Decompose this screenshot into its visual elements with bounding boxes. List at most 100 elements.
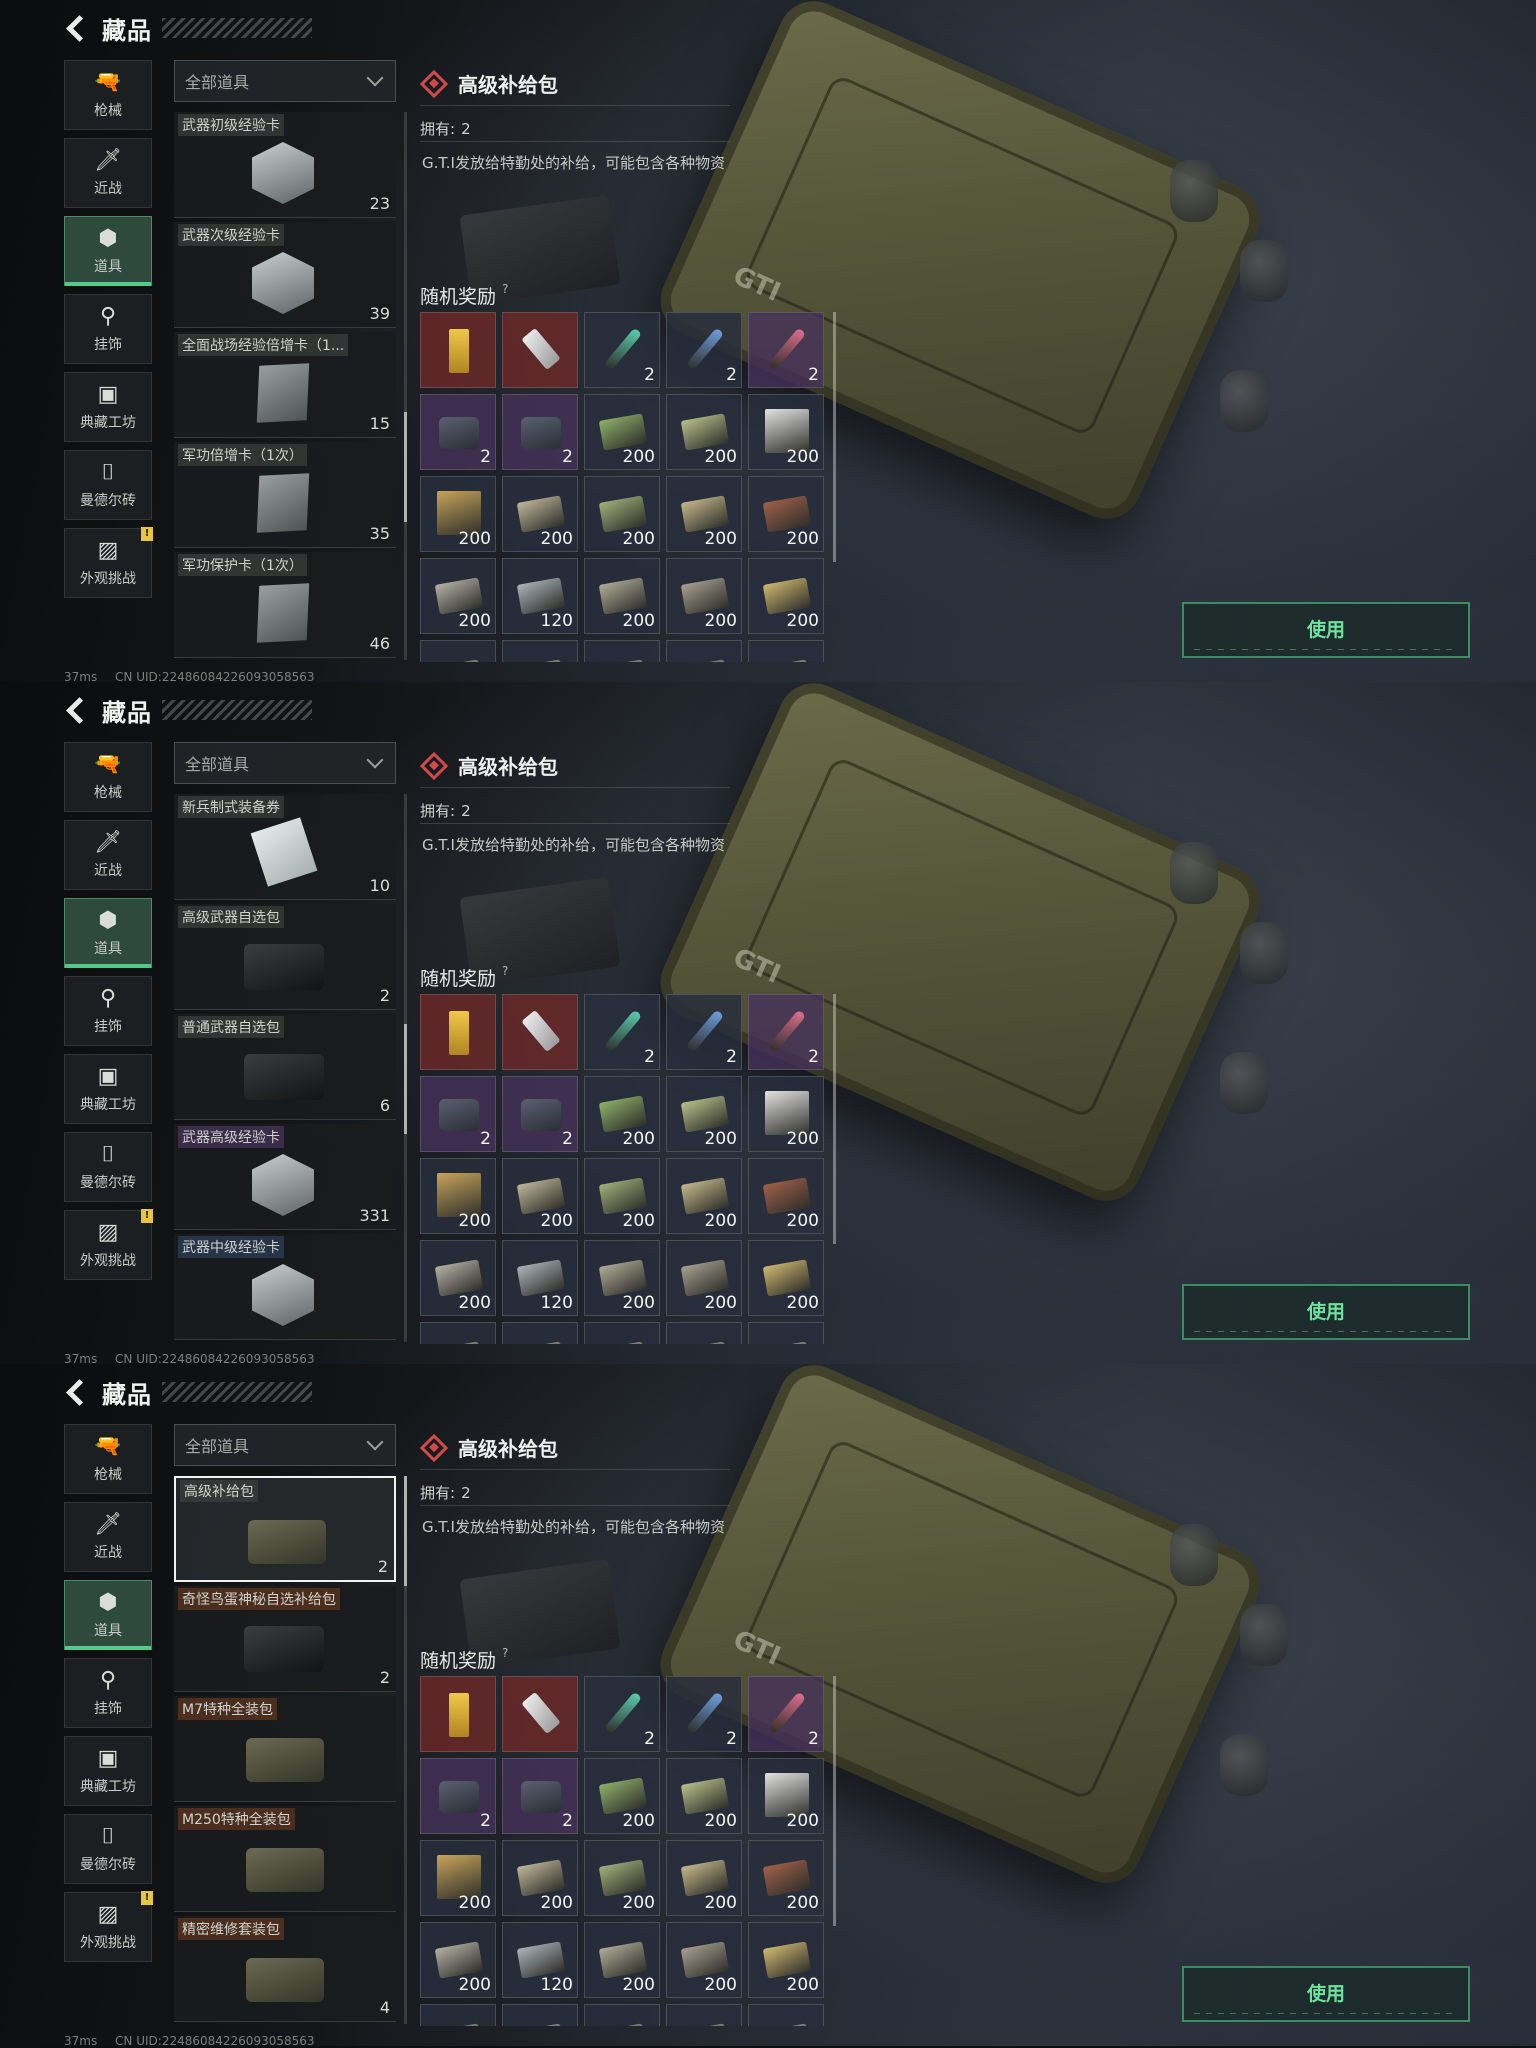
reward-cell[interactable] (502, 1676, 578, 1752)
nav-item-5[interactable]: ⌷ 曼德尔砖 (64, 450, 152, 520)
list-item[interactable]: 精密维修套装包 4 (174, 1916, 396, 2022)
item-filter-dropdown[interactable]: 全部道具 (174, 742, 396, 784)
reward-cell[interactable]: 200 (748, 1240, 824, 1316)
reward-cell[interactable]: 120 (502, 558, 578, 634)
reward-cell[interactable]: 200 (748, 1076, 824, 1152)
nav-item-3[interactable]: ⚲ 挂饰 (64, 1658, 152, 1728)
reward-cell[interactable] (666, 2004, 742, 2026)
reward-cell[interactable]: 200 (584, 1922, 660, 1998)
reward-cell[interactable]: 200 (584, 558, 660, 634)
reward-cell[interactable]: 200 (502, 1840, 578, 1916)
list-item[interactable]: 武器中级经验卡 (174, 1234, 396, 1340)
reward-cell[interactable]: 200 (584, 1076, 660, 1152)
reward-cell[interactable] (502, 312, 578, 388)
reward-cell[interactable]: 2 (420, 1076, 496, 1152)
rewards-scrollbar[interactable] (833, 1676, 836, 1926)
reward-cell[interactable]: 200 (584, 1158, 660, 1234)
reward-cell[interactable]: 200 (420, 558, 496, 634)
reward-cell[interactable]: 200 (502, 476, 578, 552)
rewards-scrollbar[interactable] (833, 312, 836, 562)
list-item[interactable]: 普通武器自选包 6 (174, 1014, 396, 1120)
nav-item-2[interactable]: ⬢ 道具 (64, 1580, 152, 1650)
list-item[interactable]: M7特种全装包 (174, 1696, 396, 1802)
list-item[interactable]: 全面战场经验倍增卡（1... 15 (174, 332, 396, 438)
back-arrow-icon[interactable] (62, 696, 90, 724)
reward-cell[interactable]: 200 (666, 558, 742, 634)
reward-cell[interactable]: 200 (666, 394, 742, 470)
nav-item-1[interactable]: 🗡 近战 (64, 820, 152, 890)
use-button[interactable]: 使用 (1182, 1284, 1470, 1340)
reward-cell[interactable]: 200 (748, 476, 824, 552)
reward-cell[interactable] (502, 994, 578, 1070)
reward-cell[interactable]: 200 (748, 394, 824, 470)
reward-cell[interactable] (420, 1676, 496, 1752)
reward-cell[interactable]: 2 (420, 1758, 496, 1834)
nav-item-5[interactable]: ⌷ 曼德尔砖 (64, 1814, 152, 1884)
reward-cell[interactable]: 200 (584, 1758, 660, 1834)
reward-cell[interactable] (502, 2004, 578, 2026)
list-item[interactable]: M250特种全装包 (174, 1806, 396, 1912)
reward-cell[interactable]: 2 (420, 394, 496, 470)
reward-cell[interactable]: 2 (748, 994, 824, 1070)
nav-item-6[interactable]: ▨ 外观挑战! (64, 527, 153, 598)
reward-cell[interactable]: 2 (584, 312, 660, 388)
reward-cell[interactable] (584, 1322, 660, 1344)
reward-cell[interactable]: 120 (502, 1922, 578, 1998)
list-item[interactable]: 武器次级经验卡 39 (174, 222, 396, 328)
reward-cell[interactable] (420, 2004, 496, 2026)
list-item[interactable]: 武器初级经验卡 23 (174, 112, 396, 218)
reward-cell[interactable]: 200 (748, 1158, 824, 1234)
nav-item-0[interactable]: 🔫 枪械 (64, 1424, 152, 1494)
reward-cell[interactable]: 200 (748, 1922, 824, 1998)
back-arrow-icon[interactable] (62, 14, 90, 42)
reward-cell[interactable] (502, 640, 578, 662)
help-icon[interactable]: ? (502, 282, 508, 296)
nav-item-1[interactable]: 🗡 近战 (64, 1502, 152, 1572)
reward-cell[interactable]: 200 (420, 1158, 496, 1234)
scrollbar-thumb[interactable] (404, 412, 407, 522)
list-item[interactable]: 高级补给包 2 (174, 1476, 396, 1582)
reward-cell[interactable] (420, 1322, 496, 1344)
item-list-scrollbar[interactable] (404, 1476, 407, 2024)
nav-item-4[interactable]: ▣ 典藏工坊 (64, 372, 152, 442)
reward-cell[interactable]: 200 (420, 1840, 496, 1916)
reward-cell[interactable] (584, 640, 660, 662)
scrollbar-thumb[interactable] (404, 1024, 407, 1134)
nav-item-3[interactable]: ⚲ 挂饰 (64, 976, 152, 1046)
list-item[interactable]: 军功保护卡（1次） 46 (174, 552, 396, 658)
reward-cell[interactable]: 2 (666, 994, 742, 1070)
reward-cell[interactable]: 200 (420, 1922, 496, 1998)
list-item[interactable]: 奇怪鸟蛋神秘自选补给包 2 (174, 1586, 396, 1692)
list-item[interactable]: 军功倍增卡（1次） 35 (174, 442, 396, 548)
nav-item-4[interactable]: ▣ 典藏工坊 (64, 1054, 152, 1124)
reward-cell[interactable]: 200 (666, 1922, 742, 1998)
nav-item-0[interactable]: 🔫 枪械 (64, 742, 152, 812)
nav-item-0[interactable]: 🔫 枪械 (64, 60, 152, 130)
reward-cell[interactable]: 200 (748, 1840, 824, 1916)
reward-cell[interactable]: 200 (748, 1758, 824, 1834)
reward-cell[interactable] (666, 640, 742, 662)
nav-item-6[interactable]: ▨ 外观挑战! (64, 1891, 153, 1962)
help-icon[interactable]: ? (502, 1646, 508, 1660)
reward-cell[interactable]: 2 (502, 1076, 578, 1152)
reward-cell[interactable]: 2 (584, 994, 660, 1070)
reward-cell[interactable]: 200 (666, 1076, 742, 1152)
reward-cell[interactable]: 2 (502, 394, 578, 470)
help-icon[interactable]: ? (502, 964, 508, 978)
reward-cell[interactable] (748, 1322, 824, 1344)
reward-cell[interactable] (502, 1322, 578, 1344)
item-list-scrollbar[interactable] (404, 794, 407, 1342)
nav-item-2[interactable]: ⬢ 道具 (64, 898, 152, 968)
nav-item-6[interactable]: ▨ 外观挑战! (64, 1209, 153, 1280)
item-filter-dropdown[interactable]: 全部道具 (174, 1424, 396, 1466)
reward-cell[interactable]: 2 (584, 1676, 660, 1752)
list-item[interactable]: 新兵制式装备券 10 (174, 794, 396, 900)
reward-cell[interactable]: 200 (584, 1840, 660, 1916)
reward-cell[interactable] (748, 2004, 824, 2026)
nav-item-3[interactable]: ⚲ 挂饰 (64, 294, 152, 364)
reward-cell[interactable] (420, 994, 496, 1070)
item-filter-dropdown[interactable]: 全部道具 (174, 60, 396, 102)
reward-cell[interactable] (748, 640, 824, 662)
reward-cell[interactable]: 200 (502, 1158, 578, 1234)
reward-cell[interactable]: 200 (584, 394, 660, 470)
